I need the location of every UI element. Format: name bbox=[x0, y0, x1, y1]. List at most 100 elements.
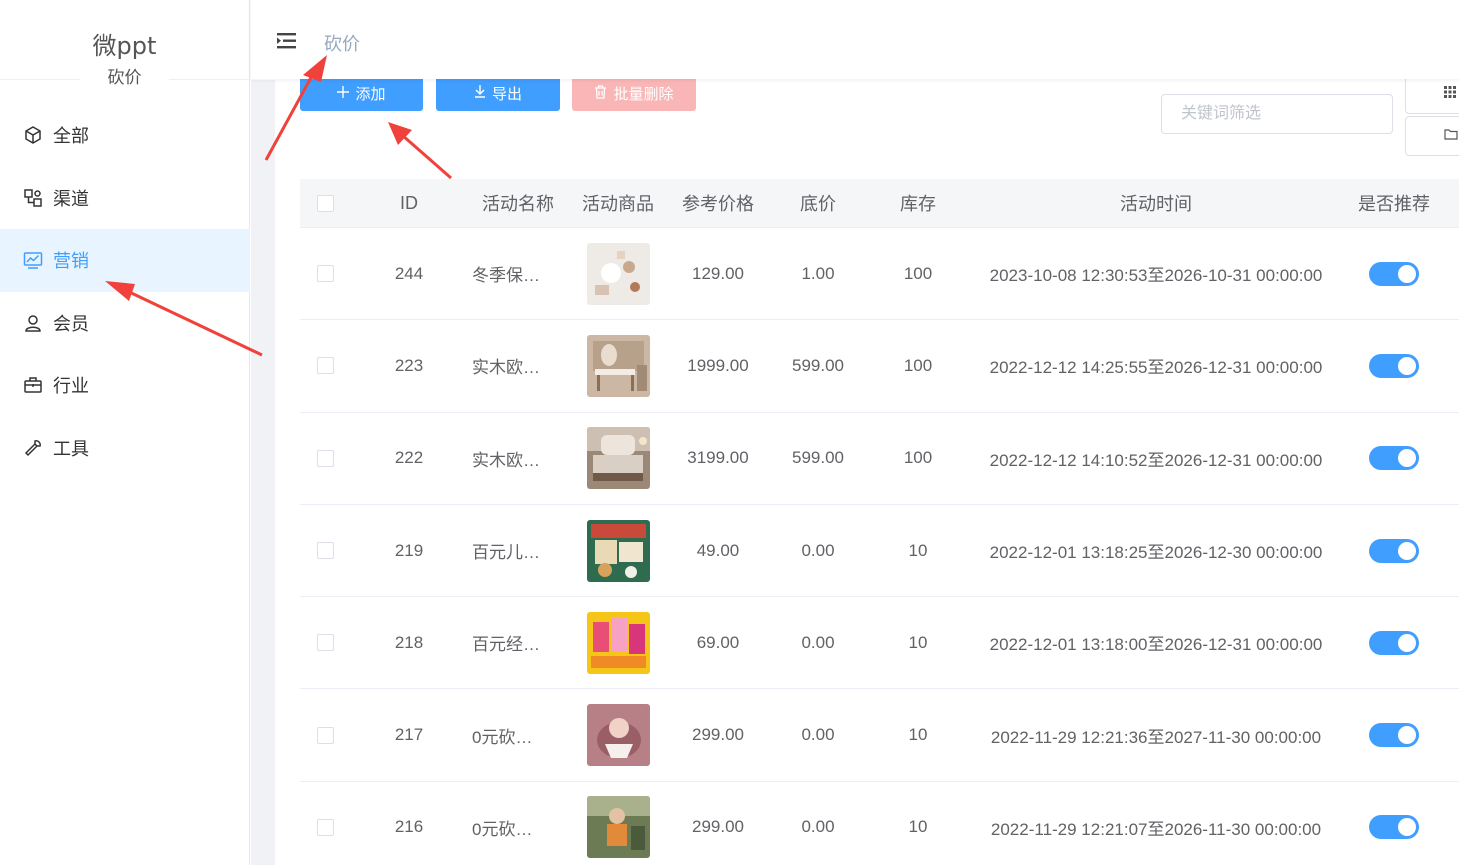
row-select-cell bbox=[300, 542, 350, 560]
col-header-ref-price: 参考价格 bbox=[682, 194, 754, 214]
table-row: 219 百元儿… 49.00 0.00 10 2022-12-01 13:18:… bbox=[300, 505, 1459, 598]
hamburger-icon[interactable] bbox=[276, 31, 298, 51]
row-checkbox[interactable] bbox=[316, 265, 334, 283]
row-time: 2023-10-08 12:30:53至2026-10-31 00:00:00 bbox=[989, 266, 1323, 286]
product-thumbnail[interactable] bbox=[586, 427, 650, 490]
row-name: 实木欧… bbox=[472, 358, 540, 378]
row-select-cell bbox=[300, 265, 350, 283]
row-time: 2022-11-29 12:21:36至2027-11-30 00:00:00 bbox=[990, 727, 1322, 747]
channel-icon bbox=[23, 188, 43, 208]
sidebar-item-marketing[interactable]: 营销 bbox=[0, 229, 250, 292]
sidebar-item-industry[interactable]: 行业 bbox=[0, 354, 250, 417]
col-header-recommend: 是否推荐 bbox=[1358, 194, 1430, 214]
row-ref-price: 129.00 bbox=[692, 263, 744, 283]
row-stock: 10 bbox=[908, 540, 928, 560]
batch-delete-label: 批量删除 bbox=[613, 86, 674, 103]
sidebar-item-all[interactable]: 全部 bbox=[0, 104, 250, 167]
row-recommend-cell bbox=[1344, 261, 1444, 286]
top-header: 砍价 bbox=[251, 0, 1459, 79]
grid-view-button[interactable] bbox=[1405, 74, 1459, 114]
recommend-toggle[interactable] bbox=[1369, 446, 1419, 471]
product-thumbnail[interactable] bbox=[586, 611, 650, 674]
export-button[interactable]: 导出 bbox=[436, 76, 560, 111]
product-thumbnail[interactable] bbox=[586, 704, 650, 767]
row-floor-price: 1.00 bbox=[801, 263, 835, 283]
briefcase-icon bbox=[23, 375, 43, 395]
row-id: 217 bbox=[394, 725, 424, 745]
sidebar-item-label: 行业 bbox=[53, 376, 89, 397]
recommend-toggle[interactable] bbox=[1369, 723, 1419, 748]
row-floor-price: 599.00 bbox=[792, 355, 844, 375]
row-goods-cell bbox=[568, 334, 668, 397]
product-thumbnail[interactable] bbox=[586, 334, 650, 397]
table-row: 223 实木欧… 1999.00 599.00 100 2022-12-12 1… bbox=[300, 320, 1459, 413]
row-ref-price: 299.00 bbox=[692, 817, 744, 837]
row-select-cell bbox=[300, 818, 350, 836]
add-button-label: 添加 bbox=[355, 86, 386, 103]
row-time: 2022-12-12 14:25:55至2026-12-31 00:00:00 bbox=[989, 358, 1323, 378]
col-header-stock: 库存 bbox=[900, 194, 936, 214]
row-checkbox[interactable] bbox=[316, 357, 334, 375]
folder-icon bbox=[1444, 127, 1458, 145]
sidebar-item-tools[interactable]: 工具 bbox=[0, 417, 250, 480]
sidebar-item-member[interactable]: 会员 bbox=[0, 292, 250, 355]
row-name: 百元儿… bbox=[472, 543, 540, 563]
row-stock: 10 bbox=[908, 632, 928, 652]
col-header-id[interactable]: ID bbox=[350, 193, 468, 214]
row-stock: 10 bbox=[908, 725, 928, 745]
brand: 微ppt 砍价 bbox=[0, 0, 249, 89]
folder-button[interactable] bbox=[1405, 116, 1459, 156]
table-row: 218 百元经… 69.00 0.00 10 2022-12-01 13:18:… bbox=[300, 597, 1459, 690]
row-stock: 10 bbox=[908, 817, 928, 837]
row-floor-price: 0.00 bbox=[801, 632, 835, 652]
col-header-goods: 活动商品 bbox=[582, 194, 654, 214]
table-header: ID 活动名称 活动商品 参考价格 底价 库存 活动时间 是否推荐 bbox=[300, 179, 1459, 228]
sidebar-item-channel[interactable]: 渠道 bbox=[0, 167, 250, 230]
product-thumbnail[interactable] bbox=[586, 242, 650, 305]
row-checkbox[interactable] bbox=[316, 726, 334, 744]
sidebar: 微ppt 砍价 全部 渠道 营销 会员 行业 工具 bbox=[0, 0, 250, 865]
chart-icon bbox=[23, 250, 43, 270]
row-name: 冬季保… bbox=[472, 266, 540, 286]
row-time: 2022-12-12 14:10:52至2026-12-31 00:00:00 bbox=[989, 450, 1323, 470]
recommend-toggle[interactable] bbox=[1369, 630, 1419, 655]
row-goods-cell bbox=[568, 242, 668, 305]
sidebar-item-label: 渠道 bbox=[53, 188, 89, 209]
row-recommend-cell bbox=[1344, 538, 1444, 563]
breadcrumb[interactable]: 砍价 bbox=[324, 30, 360, 56]
activity-table: ID 活动名称 活动商品 参考价格 底价 库存 活动时间 是否推荐 244 冬季… bbox=[300, 179, 1459, 865]
add-button[interactable]: 添加 bbox=[300, 76, 423, 111]
row-checkbox[interactable] bbox=[316, 542, 334, 560]
grid-icon bbox=[1444, 85, 1456, 103]
recommend-toggle[interactable] bbox=[1369, 538, 1419, 563]
row-goods-cell bbox=[568, 427, 668, 490]
recommend-toggle[interactable] bbox=[1369, 353, 1419, 378]
keyword-search-input[interactable] bbox=[1161, 94, 1393, 134]
row-id: 216 bbox=[394, 817, 424, 837]
plus-icon bbox=[337, 85, 350, 102]
table-row: 217 0元砍… 299.00 0.00 10 2022-11-29 12:21… bbox=[300, 689, 1459, 782]
recommend-toggle[interactable] bbox=[1369, 815, 1419, 840]
row-id: 219 bbox=[394, 540, 424, 560]
row-id: 244 bbox=[394, 263, 424, 283]
row-recommend-cell bbox=[1344, 353, 1444, 378]
row-ref-price: 3199.00 bbox=[687, 448, 749, 468]
product-thumbnail[interactable] bbox=[586, 796, 650, 859]
batch-delete-button[interactable]: 批量删除 bbox=[572, 76, 696, 111]
app-window: 微ppt 砍价 全部 渠道 营销 会员 行业 工具 砍价 添加 导出 批量删除 … bbox=[0, 0, 1459, 865]
row-id: 222 bbox=[394, 448, 424, 468]
row-checkbox[interactable] bbox=[316, 818, 334, 836]
row-checkbox[interactable] bbox=[316, 449, 334, 467]
product-thumbnail[interactable] bbox=[586, 519, 650, 582]
table-row: 222 实木欧… 3199.00 599.00 100 2022-12-12 1… bbox=[300, 413, 1459, 505]
col-header-floor-price: 底价 bbox=[800, 194, 836, 214]
row-checkbox[interactable] bbox=[316, 634, 334, 652]
export-button-label: 导出 bbox=[491, 86, 522, 103]
row-name: 百元经… bbox=[472, 635, 540, 655]
select-all-checkbox[interactable] bbox=[316, 194, 334, 212]
row-goods-cell bbox=[568, 796, 668, 859]
cube-icon bbox=[23, 125, 43, 145]
recommend-toggle[interactable] bbox=[1369, 261, 1419, 286]
row-time: 2022-12-01 13:18:25至2026-12-30 00:00:00 bbox=[989, 543, 1323, 563]
download-icon bbox=[474, 85, 486, 102]
